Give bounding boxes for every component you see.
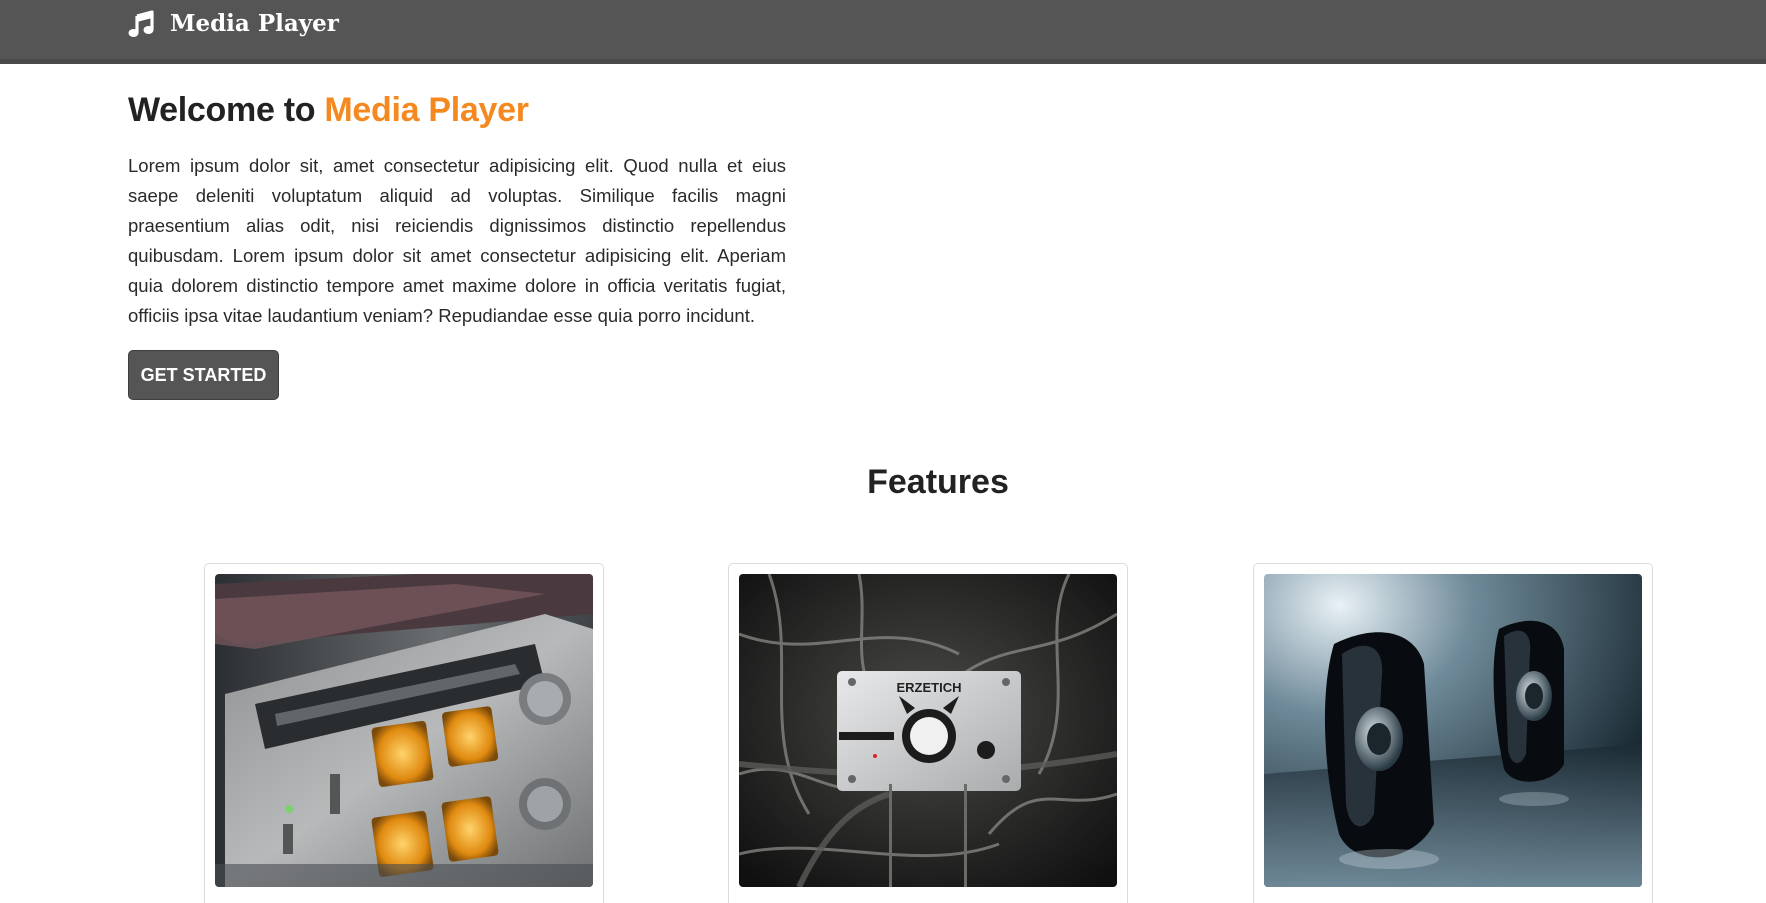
intro-paragraph: Lorem ipsum dolor sit, amet consectetur … [128, 155, 786, 326]
vintage-receiver-photo [215, 574, 593, 887]
amp-brand-text: ERZETICH [897, 680, 962, 695]
desktop-speakers-photo [1264, 574, 1642, 887]
feature-card [204, 563, 604, 903]
music-note-icon [128, 10, 154, 38]
headphone-amplifier-photo: ERZETICH [739, 574, 1117, 887]
title-prefix: Welcome to [128, 91, 316, 129]
feature-card: ERZETICH [728, 563, 1128, 903]
feature-card [1253, 563, 1653, 903]
get-started-button[interactable]: GET STARTED [128, 350, 279, 400]
navbar: Media Player [0, 0, 1766, 64]
title-accent: Media Player [324, 91, 529, 129]
features-title: Features [867, 463, 1009, 501]
page-title: Welcome to Media Player [128, 88, 529, 132]
brand[interactable]: Media Player [128, 8, 339, 40]
brand-title: Media Player [170, 10, 339, 37]
